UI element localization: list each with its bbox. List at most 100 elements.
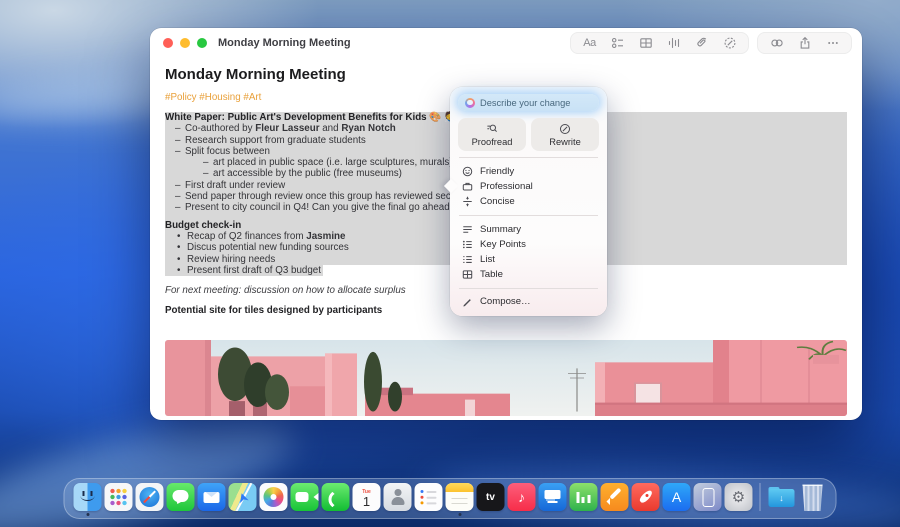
note-photo-image: [165, 340, 847, 416]
summary-label: Summary: [480, 224, 521, 235]
dock-downloads-icon[interactable]: [768, 483, 796, 511]
rewrite-button[interactable]: Rewrite: [531, 118, 599, 151]
dock-music-icon[interactable]: ♪: [508, 483, 536, 511]
appstore-glyph: A: [672, 489, 681, 505]
collaboration-icon[interactable]: [769, 36, 784, 51]
concise-icon: [461, 196, 473, 207]
input-placeholder: Describe your change: [480, 98, 570, 108]
dock-contacts-icon[interactable]: [384, 483, 412, 511]
dock-calendar-icon[interactable]: Tue1: [353, 483, 381, 511]
writing-tools-actions: Proofread Rewrite: [458, 118, 599, 151]
checklist-icon[interactable]: [610, 36, 625, 51]
note-text: Present to city council in Q4! Can you g…: [185, 202, 495, 213]
apple-intelligence-icon: [465, 98, 475, 108]
dock-launchpad-icon[interactable]: [105, 483, 133, 511]
note-text: Recap of Q2 finances from Jasmine: [187, 231, 345, 242]
tv-glyph: tv: [486, 492, 495, 503]
dock-tv-icon[interactable]: tv: [477, 483, 505, 511]
writing-tools-item-concise[interactable]: Concise: [458, 194, 599, 209]
format-icon[interactable]: Aa: [582, 36, 597, 51]
writing-tools-item-friendly[interactable]: Friendly: [458, 164, 599, 179]
text-segment: Review hiring needs: [187, 254, 275, 265]
dock-trash-icon[interactable]: [799, 483, 827, 511]
dock-photos-icon[interactable]: [260, 483, 288, 511]
maps-app-tile: [229, 483, 257, 511]
writing-tools-item-professional[interactable]: Professional: [458, 179, 599, 194]
writing-tools-item-list[interactable]: List: [458, 252, 599, 267]
text-segment: Jasmine: [306, 231, 345, 242]
text-segment: art accessible by the public (free museu…: [213, 168, 402, 179]
professional-icon: [461, 181, 473, 192]
toolbar-share-group: [757, 32, 852, 54]
dock-notes-icon[interactable]: [446, 483, 474, 511]
mail-app-tile: [198, 483, 226, 511]
photos-app-tile: [260, 483, 288, 511]
writing-tools-icon[interactable]: [722, 36, 737, 51]
table-icon[interactable]: [638, 36, 653, 51]
writing-tools-popup: Describe your change Proofread Rewrite Fr…: [450, 87, 607, 316]
dash-marker: –: [175, 146, 185, 157]
titlebar[interactable]: Monday Morning Meeting Aa: [150, 28, 862, 58]
share-icon[interactable]: [797, 36, 812, 51]
audio-waveform-icon[interactable]: [666, 36, 681, 51]
note-photo[interactable]: [165, 340, 847, 416]
dash-marker: –: [175, 123, 185, 134]
downloads-app-tile: [768, 483, 796, 511]
note-text: Potential site for tiles designed by par…: [165, 305, 382, 316]
numbers-app-tile: [570, 483, 598, 511]
text-segment: Research support from graduate students: [185, 135, 366, 146]
dock-keynote-icon[interactable]: [539, 483, 567, 511]
text-segment: Send paper through review once this grou…: [185, 191, 489, 202]
dock-iphone-mirroring-icon[interactable]: [694, 483, 722, 511]
dock-pages-icon[interactable]: [601, 483, 629, 511]
writing-tools-item-summary[interactable]: Summary: [458, 222, 599, 237]
pages-app-tile: [601, 483, 629, 511]
attachment-icon[interactable]: [694, 36, 709, 51]
dock-reminders-icon[interactable]: [415, 483, 443, 511]
summary-icon: [461, 224, 473, 235]
tone-menu: FriendlyProfessionalConcise: [458, 164, 599, 209]
more-icon[interactable]: [825, 36, 840, 51]
note-title: Monday Morning Meeting: [165, 66, 847, 83]
dock-settings-icon[interactable]: ⚙: [725, 483, 753, 511]
running-indicator: [86, 513, 89, 516]
list-label: List: [480, 254, 495, 265]
facetime-app-tile: [291, 483, 319, 511]
dock-facetime-icon[interactable]: [291, 483, 319, 511]
close-button[interactable]: [163, 38, 173, 48]
toolbar: Aa: [570, 32, 852, 54]
text-segment: Co-authored by: [185, 123, 255, 134]
dock-safari-icon[interactable]: [136, 483, 164, 511]
dock-mail-icon[interactable]: [198, 483, 226, 511]
proofread-button[interactable]: Proofread: [458, 118, 526, 151]
dash-marker: –: [175, 135, 185, 146]
messages-app-tile: [167, 483, 195, 511]
dock-separator: [760, 483, 761, 511]
text-segment: Split focus between: [185, 146, 270, 157]
dock-messages-icon[interactable]: [167, 483, 195, 511]
describe-change-input[interactable]: Describe your change: [458, 94, 599, 111]
text-segment: Fleur Lasseur: [255, 123, 319, 134]
text-segment: and: [320, 123, 342, 134]
dock-phone-icon[interactable]: [322, 483, 350, 511]
minimize-button[interactable]: [180, 38, 190, 48]
writing-tools-item-table[interactable]: Table: [458, 267, 599, 282]
text-segment: Potential site for tiles designed by par…: [165, 305, 382, 316]
toolbar-format-group: Aa: [570, 32, 749, 54]
dock-maps-icon[interactable]: [229, 483, 257, 511]
writing-tools-item-key-points[interactable]: Key Points: [458, 237, 599, 252]
settings-app-tile: ⚙: [725, 483, 753, 511]
dash-marker: –: [203, 168, 213, 179]
dock-numbers-icon[interactable]: [570, 483, 598, 511]
key-points-label: Key Points: [480, 239, 526, 250]
rewrite-icon: [559, 123, 571, 135]
proofread-label: Proofread: [472, 137, 513, 147]
finder-app-tile: [74, 483, 102, 511]
note-line[interactable]: •Present first draft of Q3 budget: [165, 265, 323, 276]
dock-rocket-icon[interactable]: [632, 483, 660, 511]
writing-tools-item-compose[interactable]: Compose…: [458, 294, 599, 309]
zoom-button[interactable]: [197, 38, 207, 48]
dock-appstore-icon[interactable]: A: [663, 483, 691, 511]
music-glyph: ♪: [518, 489, 525, 505]
dock-finder-icon[interactable]: [74, 483, 102, 511]
